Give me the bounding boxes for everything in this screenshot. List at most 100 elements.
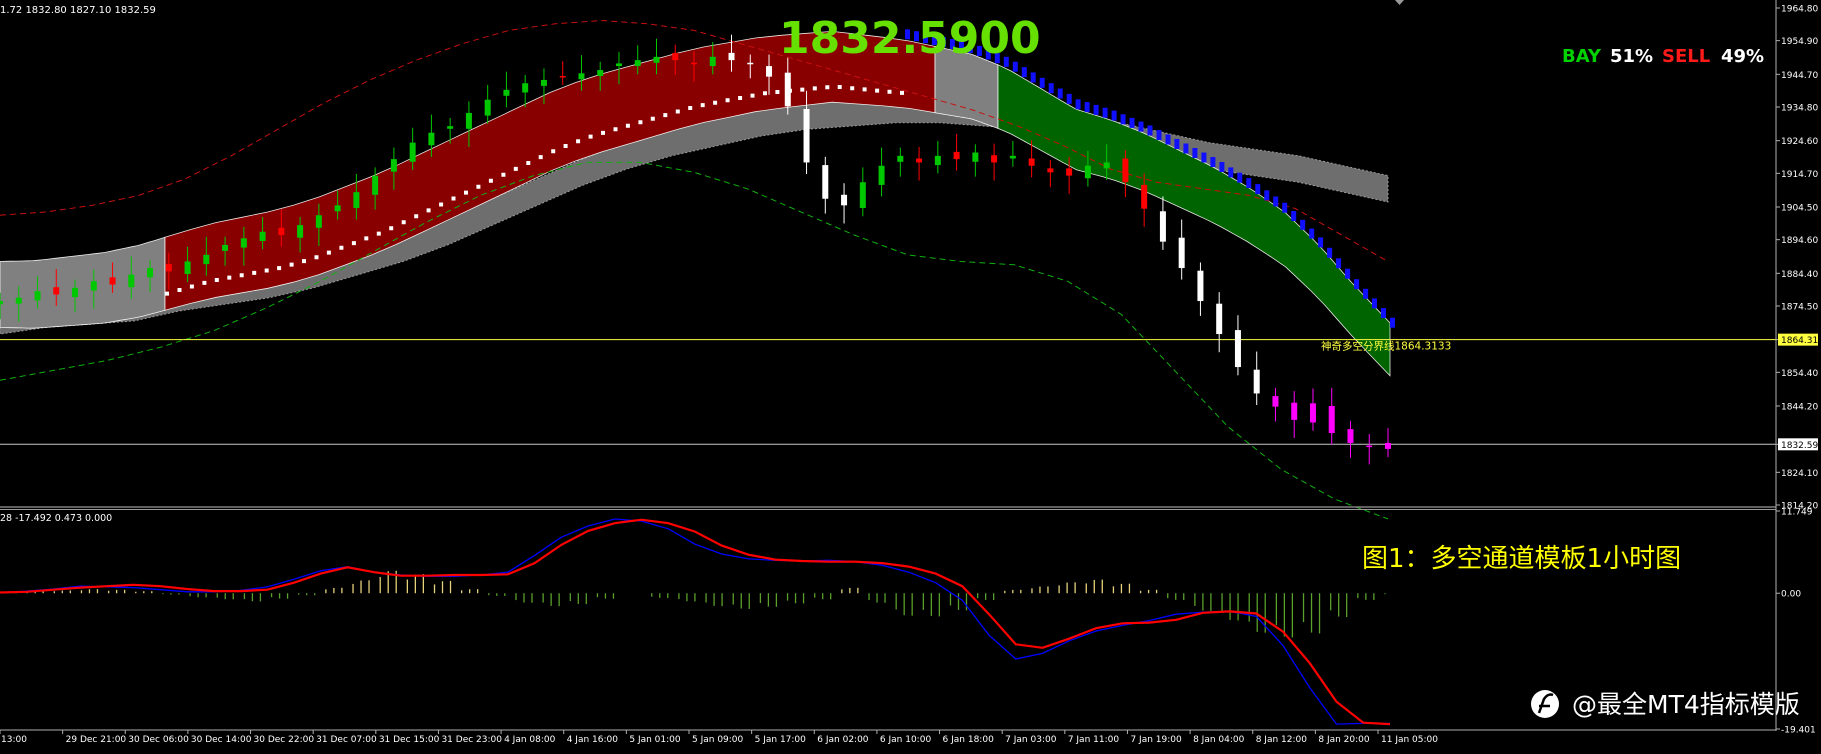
trailing-stop-dot[interactable] — [1300, 219, 1306, 230]
trailing-stop-dot[interactable] — [1264, 190, 1270, 201]
trailing-stop-dot[interactable] — [1372, 298, 1377, 309]
candle-body[interactable] — [1234, 330, 1241, 368]
trailing-stop-dot[interactable] — [1057, 88, 1063, 99]
candle-body[interactable] — [1122, 158, 1129, 183]
candle-body[interactable] — [428, 132, 435, 146]
candle-body[interactable] — [841, 194, 848, 206]
trailing-stop-dot[interactable] — [1291, 211, 1297, 221]
trailing-stop-dot[interactable] — [1075, 99, 1081, 110]
candle-body[interactable] — [109, 277, 116, 285]
candle-body[interactable] — [522, 83, 529, 93]
candle-body[interactable] — [315, 215, 322, 228]
mt4-chart-window[interactable]: 神奇多空分界线1864.3133 1964.80 1954.90 1944.70 19… — [0, 0, 1821, 750]
trailing-stop-dot[interactable] — [1093, 104, 1099, 115]
candle-body[interactable] — [1291, 402, 1298, 420]
candle-body[interactable] — [822, 165, 829, 199]
candle-body[interactable] — [784, 72, 791, 107]
candle-body[interactable] — [15, 297, 22, 304]
trailing-stop-dot[interactable] — [1183, 143, 1189, 154]
trailing-stop-dot[interactable] — [1237, 172, 1243, 183]
trailing-stop-dot[interactable] — [1309, 228, 1315, 239]
candle-body[interactable] — [1009, 155, 1016, 159]
candle-body[interactable] — [465, 112, 472, 129]
candle-body[interactable] — [1103, 162, 1110, 169]
trailing-stop-dot[interactable] — [1354, 279, 1360, 290]
candle-body[interactable] — [353, 192, 360, 208]
trailing-stop-dot[interactable] — [1021, 67, 1027, 78]
trailing-stop-dot[interactable] — [1174, 139, 1180, 149]
trailing-stop-dot[interactable] — [1345, 268, 1351, 279]
candle-body[interactable] — [916, 158, 923, 163]
trailing-stop-dot[interactable] — [1390, 317, 1395, 328]
trailing-stop-dot[interactable] — [1066, 93, 1072, 104]
trailing-stop-dot[interactable] — [1282, 202, 1288, 213]
candle-body[interactable] — [634, 60, 641, 67]
candle-body[interactable] — [372, 175, 379, 195]
trailing-stop-dot[interactable] — [1228, 167, 1234, 178]
candle-body[interactable] — [1159, 211, 1166, 242]
candle-body[interactable] — [1272, 396, 1279, 407]
candle-body[interactable] — [165, 264, 172, 272]
trailing-stop-dot[interactable] — [1219, 162, 1225, 172]
candle-body[interactable] — [766, 66, 773, 77]
candle-body[interactable] — [972, 152, 979, 162]
candle-body[interactable] — [72, 287, 79, 298]
trailing-stop-dot[interactable] — [1138, 121, 1144, 132]
candle-body[interactable] — [1328, 405, 1335, 434]
candle-body[interactable] — [859, 182, 866, 208]
trailing-stop-dot[interactable] — [1129, 117, 1135, 128]
candle-body[interactable] — [597, 70, 604, 76]
trailing-stop-dot[interactable] — [1084, 102, 1090, 113]
candle-body[interactable] — [953, 151, 960, 160]
candle-body[interactable] — [53, 287, 60, 295]
trailing-stop-dot[interactable] — [1030, 72, 1036, 83]
candle-body[interactable] — [1347, 429, 1354, 443]
candle-body[interactable] — [1141, 184, 1148, 209]
candle-body[interactable] — [278, 227, 285, 236]
candle-body[interactable] — [222, 244, 229, 251]
candle-body[interactable] — [897, 155, 904, 162]
candle-body[interactable] — [390, 159, 397, 172]
trailing-stop-dot[interactable] — [1201, 152, 1207, 163]
candle-body[interactable] — [1385, 442, 1391, 449]
candle-body[interactable] — [128, 274, 135, 288]
trailing-stop-dot[interactable] — [1147, 125, 1153, 136]
trailing-stop-dot[interactable] — [1039, 77, 1045, 88]
trailing-stop-dot[interactable] — [1273, 196, 1279, 207]
trailing-stop-dot[interactable] — [1336, 258, 1342, 269]
candle-body[interactable] — [540, 79, 547, 86]
candle-body[interactable] — [259, 231, 266, 241]
candle-body[interactable] — [34, 291, 41, 301]
candle-body[interactable] — [1253, 369, 1260, 394]
candle-body[interactable] — [1028, 158, 1035, 166]
candle-body[interactable] — [709, 56, 716, 67]
candle-body[interactable] — [578, 73, 585, 80]
candle-body[interactable] — [615, 63, 622, 67]
candle-body[interactable] — [184, 261, 191, 274]
trailing-stop-dot[interactable] — [1363, 288, 1369, 299]
candle-body[interactable] — [1066, 168, 1073, 176]
trailing-stop-dot[interactable] — [1318, 237, 1324, 248]
candle-body[interactable] — [147, 268, 154, 278]
candle-body[interactable] — [559, 75, 566, 78]
candle-body[interactable] — [503, 89, 510, 96]
trailing-stop-dot[interactable] — [1120, 114, 1126, 125]
candle-body[interactable] — [691, 62, 697, 65]
candle-body[interactable] — [1366, 445, 1373, 448]
trailing-stop-dot[interactable] — [1210, 157, 1216, 167]
trailing-stop-dot[interactable] — [1246, 178, 1252, 189]
candle-body[interactable] — [240, 238, 247, 248]
candle-body[interactable] — [90, 281, 97, 291]
candle-body[interactable] — [747, 62, 754, 65]
candle-body[interactable] — [297, 225, 304, 238]
candle-body[interactable] — [1309, 403, 1316, 423]
candle-body[interactable] — [1178, 237, 1185, 269]
trailing-stop-dot[interactable] — [1327, 247, 1333, 258]
trailing-stop-dot[interactable] — [1102, 107, 1108, 118]
trailing-stop-dot[interactable] — [1381, 308, 1386, 319]
candle-body[interactable] — [653, 56, 660, 63]
candle-body[interactable] — [728, 52, 735, 61]
candle-body[interactable] — [1084, 165, 1091, 179]
trailing-stop-dot[interactable] — [1156, 130, 1162, 140]
candle-body[interactable] — [1047, 168, 1054, 173]
